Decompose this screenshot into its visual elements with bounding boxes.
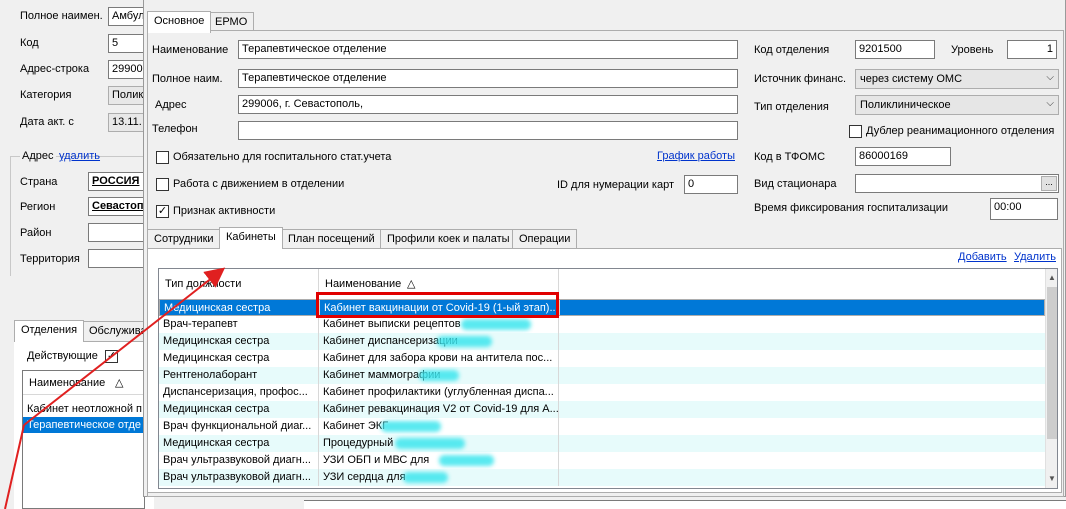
annotation-arrow bbox=[4, 267, 226, 509]
tab-cabinets[interactable]: Кабинеты bbox=[219, 227, 283, 249]
tab-departments[interactable]: Отделения bbox=[14, 320, 85, 342]
background-text-strip bbox=[304, 500, 1066, 509]
tab-main[interactable]: Основное bbox=[147, 11, 212, 33]
